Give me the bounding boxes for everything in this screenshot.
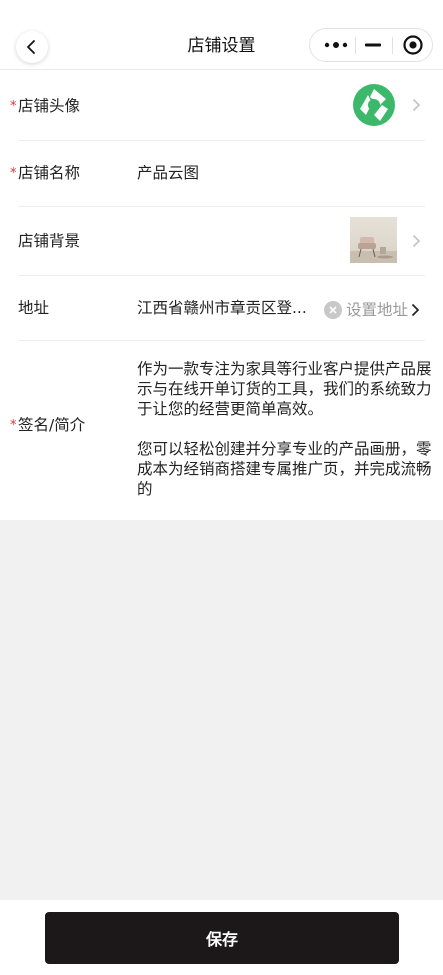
chevron-right-icon: [412, 98, 421, 112]
address-input[interactable]: 江西省赣州市章贡区登...: [137, 298, 307, 318]
more-button[interactable]: [314, 29, 358, 61]
target-icon: [403, 35, 423, 55]
more-dots-icon: [324, 42, 348, 48]
store-name-row: * 店铺名称 产品云图: [0, 141, 443, 206]
set-address-button[interactable]: 设置地址: [346, 300, 408, 320]
chevron-right-icon: [412, 234, 421, 248]
bottom-bar: 保存: [0, 900, 443, 975]
bio-label: 签名/简介: [18, 416, 86, 434]
chevron-right-icon[interactable]: [411, 303, 420, 317]
address-label: 地址: [18, 299, 50, 317]
clear-address-button[interactable]: [324, 301, 342, 319]
minimize-icon: [365, 43, 381, 47]
store-background-label: 店铺背景: [18, 232, 81, 250]
bio-textarea[interactable]: 作为一款专注为家具等行业客户提供产品展示与在线开单订货的工具，我们的系统致力于让…: [137, 359, 433, 499]
mini-program-capsule: [309, 28, 433, 62]
required-mark: *: [10, 166, 17, 181]
background-thumbnail[interactable]: [350, 217, 397, 263]
minimize-button[interactable]: [358, 29, 388, 61]
required-mark: *: [10, 418, 17, 433]
avatar-row[interactable]: * 店铺头像: [0, 70, 443, 140]
required-mark: *: [10, 99, 17, 114]
store-settings-form: * 店铺头像 * 店铺名称 产品云图 店铺背景 地址 江西省赣州市章贡区登...…: [0, 70, 443, 520]
save-button[interactable]: 保存: [45, 912, 399, 964]
clear-icon: [329, 306, 337, 314]
store-name-label: 店铺名称: [18, 164, 81, 182]
store-logo: [353, 84, 395, 126]
store-name-input[interactable]: 产品云图: [137, 163, 199, 183]
top-bar: 店铺设置: [0, 0, 443, 70]
avatar-label: 店铺头像: [18, 97, 81, 115]
close-mini-program-button[interactable]: [394, 29, 432, 61]
room-image: [350, 237, 397, 263]
